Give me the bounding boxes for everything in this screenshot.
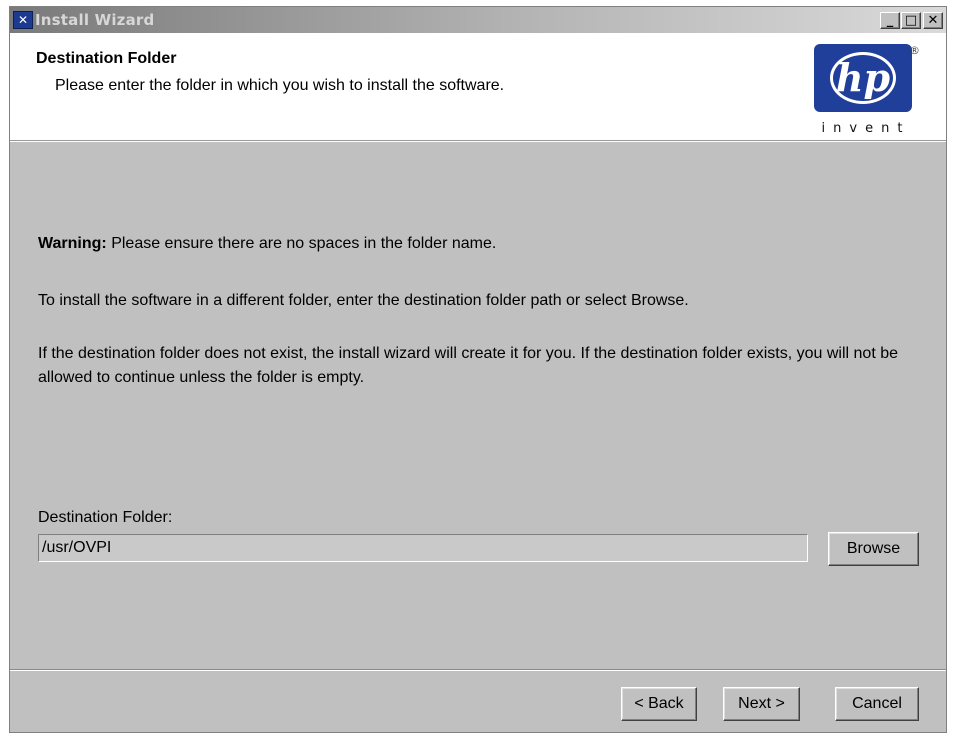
hp-logo: hp ® invent [814,44,920,140]
page-subtitle: Please enter the folder in which you wis… [55,77,505,94]
warning-label: Warning: [38,235,107,252]
minimize-button[interactable]: _ [880,12,900,29]
window-title: Install Wizard [35,11,155,29]
hp-logo-text: hp [835,55,891,100]
browse-button[interactable]: Browse [828,532,919,566]
title-bar[interactable]: ✕ Install Wizard _ □ ✕ [10,7,946,33]
hp-logo-box: hp [814,44,912,112]
footer-divider [10,669,946,671]
page-title: Destination Folder [36,50,177,67]
maximize-button[interactable]: □ [901,12,921,29]
wizard-header: Destination Folder Please enter the fold… [10,33,946,141]
hp-logo-tagline: invent [821,121,911,136]
install-wizard-window: ✕ Install Wizard _ □ ✕ Destination Folde… [9,6,947,733]
cancel-button[interactable]: Cancel [835,687,919,721]
close-button[interactable]: ✕ [923,12,943,29]
warning-message: Warning: Please ensure there are no spac… [38,232,496,256]
note-text: If the destination folder does not exist… [38,345,898,386]
app-icon: ✕ [13,11,33,29]
destination-folder-input[interactable] [38,534,808,562]
instruction-text: To install the software in a different f… [38,292,689,309]
next-button[interactable]: Next > [723,687,800,721]
registered-mark: ® [909,44,920,57]
destination-folder-label: Destination Folder: [38,509,173,526]
back-button[interactable]: < Back [621,687,697,721]
warning-text: Please ensure there are no spaces in the… [111,235,497,252]
